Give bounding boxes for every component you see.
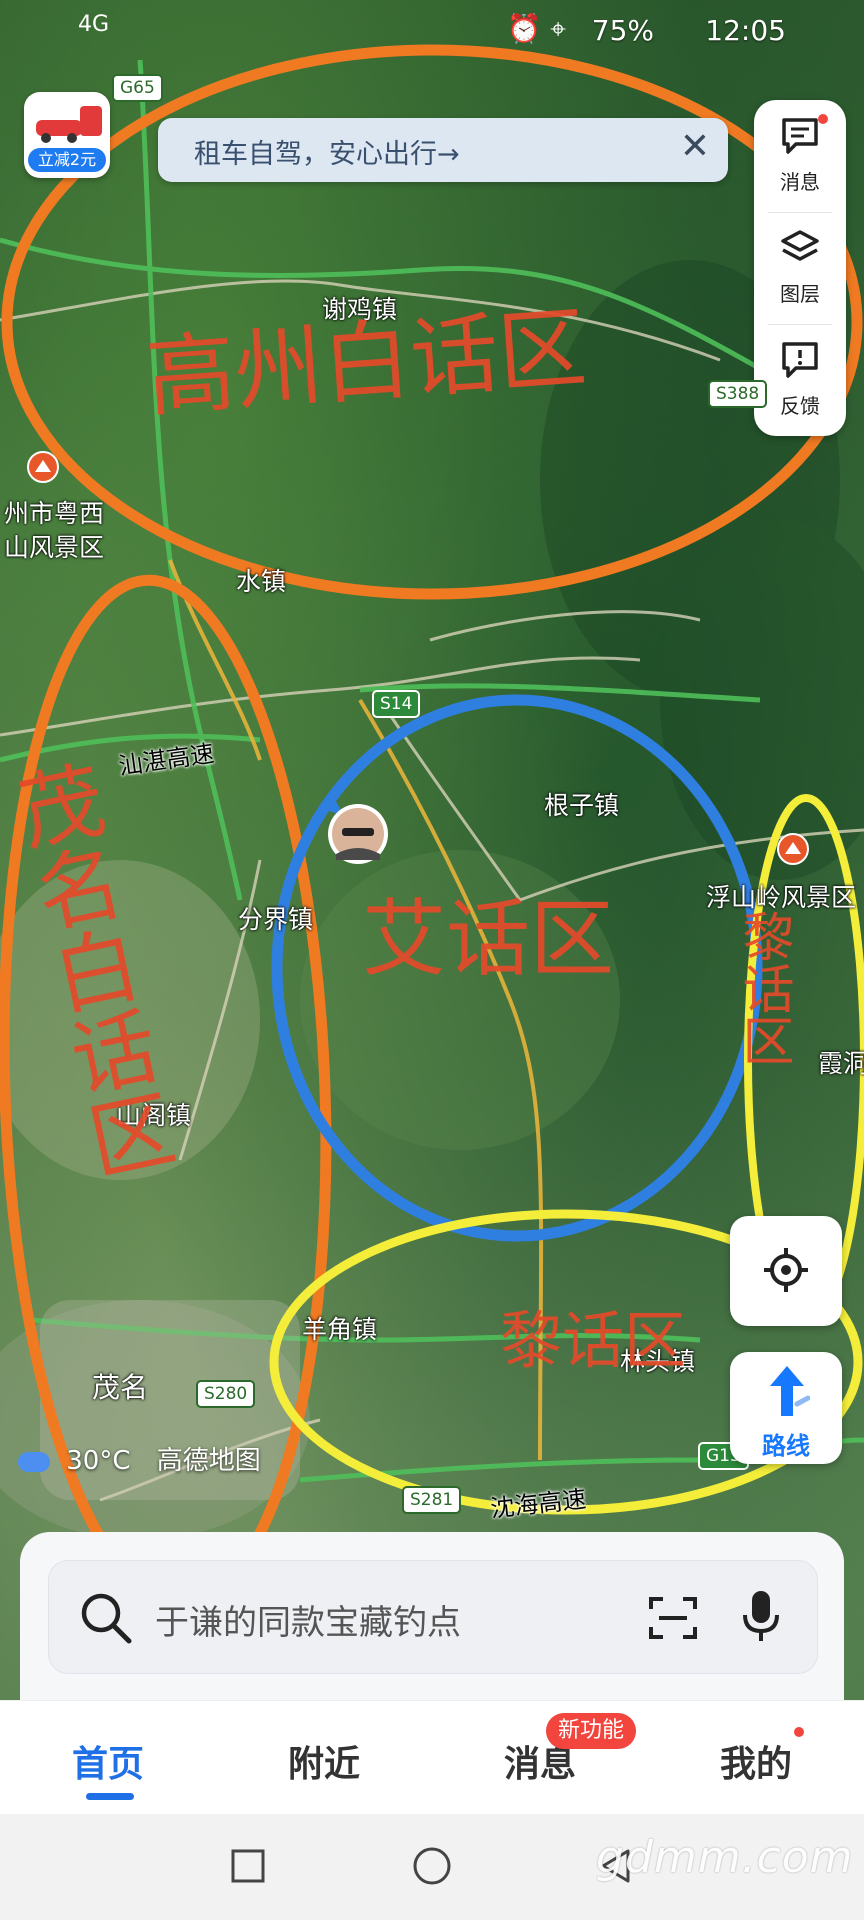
status-left-icons: 4G [78,12,109,37]
road-shield-g65: G65 [112,74,163,102]
place-yangjiao[interactable]: 羊角镇 [302,1310,377,1346]
annotation-lihua-bottom: 黎话区 [500,1304,687,1377]
tab-nearby[interactable]: 附近 [288,1735,360,1787]
messages-label: 消息 [780,170,820,194]
status-bar: 4G ⏰ ⌖ 75% 12:05 [0,0,864,64]
scan-icon[interactable] [649,1595,697,1641]
place-maoming[interactable]: 茂名 [92,1366,148,1406]
user-location-avatar[interactable] [324,786,392,866]
car-icon [36,106,102,143]
mine-red-dot [794,1727,804,1737]
locate-button[interactable] [730,1216,842,1326]
home-circle-icon[interactable] [412,1846,452,1886]
road-shield-s280: S280 [196,1380,256,1408]
signal-4g-label: 4G [78,12,110,37]
recents-square-icon[interactable] [230,1848,266,1884]
tab-messages-label: 消息 [504,1744,577,1785]
tab-active-indicator [86,1793,134,1800]
road-shield-s281: S281 [402,1486,462,1514]
tab-mine-label: 我的 [720,1744,793,1785]
place-fushanling[interactable]: 浮山岭风景区 [706,878,856,914]
scenic-pin-icon[interactable] [776,832,810,870]
layers-button[interactable]: 图层 [754,212,846,324]
search-input[interactable]: 于谦的同款宝藏钓点 [48,1560,818,1674]
place-genzi[interactable]: 根子镇 [544,786,619,822]
message-icon [782,118,818,154]
route-label: 路线 [762,1432,810,1460]
locate-icon [764,1248,808,1292]
rental-banner[interactable]: 租车自驾，安心出行→ ✕ [158,118,728,182]
promo-car-badge[interactable]: 立减2元 [24,92,110,178]
place-fenjie[interactable]: 分界镇 [238,900,313,936]
weather-widget[interactable]: 30°C 高德地图 [18,1440,261,1476]
banner-text: 租车自驾，安心出行→ [194,139,460,170]
scenic-pin-icon[interactable] [26,450,60,488]
messages-button[interactable]: 消息 [754,100,846,212]
new-feature-badge: 新功能 [546,1713,637,1749]
road-shield-s388: S388 [708,380,768,408]
place-shuizhen[interactable]: 水镇 [236,562,286,598]
route-button[interactable]: 路线 [730,1352,842,1464]
search-icon [81,1593,132,1644]
annotation-lihua-right: 黎话区 [733,910,793,1066]
layers-label: 图层 [780,282,820,306]
feedback-label: 反馈 [780,394,820,418]
tab-home-label: 首页 [72,1744,145,1785]
microphone-icon[interactable] [741,1589,781,1645]
map-tools-panel: 消息 图层 反馈 [754,100,846,436]
tab-bar: 首页 附近 消息 新功能 我的 [0,1700,864,1815]
status-time: 12:05 [705,14,786,47]
tab-nearby-label: 附近 [288,1744,361,1785]
search-placeholder: 于谦的同款宝藏钓点 [155,1603,461,1643]
weather-temp: 30°C [66,1446,131,1476]
amap-brand: 高德地图 [156,1446,261,1476]
annotation-aihua: 艾话区 [362,890,615,988]
route-arrow-icon [770,1366,810,1416]
place-scenic-left-2[interactable]: 山风景区 [4,528,104,564]
place-xiadong[interactable]: 霞洞 [818,1044,864,1080]
layers-icon [781,230,819,261]
unread-dot [818,114,828,124]
promo-label: 立减2元 [28,148,106,172]
tab-mine[interactable]: 我的 [720,1735,792,1787]
watermark-text: gdmm.com [596,1832,854,1883]
tab-home[interactable]: 首页 [72,1735,145,1800]
feedback-button[interactable]: 反馈 [754,324,846,436]
battery-percent: 75% [591,14,654,47]
place-scenic-left-1[interactable]: 州市粤西 [4,494,104,530]
alarm-location-icons: ⏰ ⌖ [506,12,566,45]
feedback-icon [782,342,818,378]
road-shield-s14: S14 [372,690,421,718]
cloud-icon [18,1451,50,1472]
banner-close-icon[interactable]: ✕ [680,126,710,167]
